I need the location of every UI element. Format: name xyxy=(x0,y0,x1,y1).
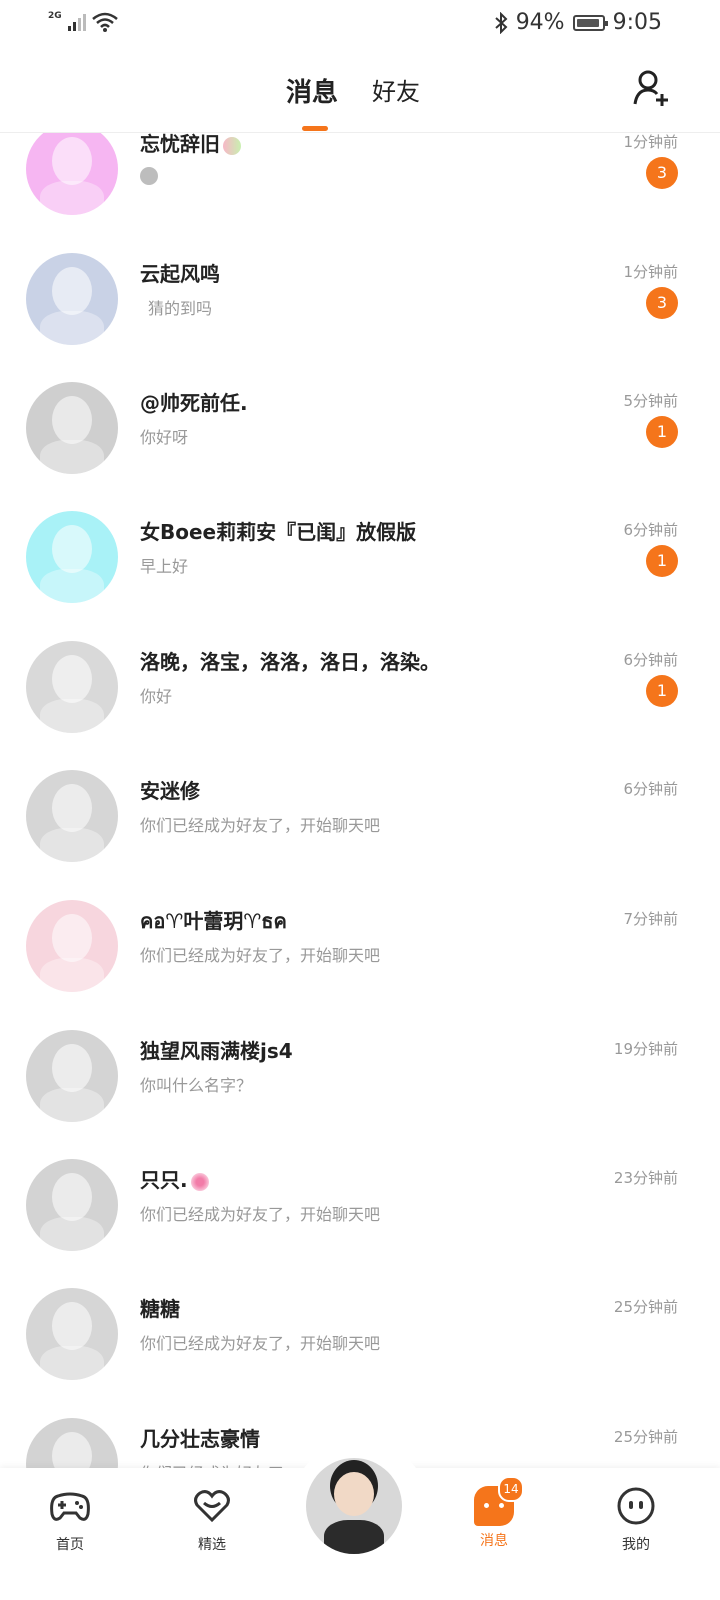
message-preview: 你们已经成为好友了，开始聊天吧 xyxy=(140,1334,381,1353)
clock: 9:05 xyxy=(612,10,662,35)
contact-name: 女Boee莉莉安『已闺』放假版 xyxy=(140,520,417,544)
conversation-row[interactable]: @帅死前任. 你好呀 5分钟前 1 xyxy=(0,382,720,512)
tab-friends[interactable]: 好友 xyxy=(372,72,420,107)
nav-home-label: 首页 xyxy=(56,1537,84,1553)
message-preview: 你叫什么名字？ xyxy=(140,1076,253,1095)
message-time: 23分钟前 xyxy=(613,1169,678,1187)
add-friend-icon[interactable] xyxy=(632,68,672,108)
avatar xyxy=(26,900,118,992)
avatar xyxy=(26,511,118,603)
avatar xyxy=(26,641,118,733)
message-time: 6分钟前 xyxy=(623,521,678,539)
contact-name: 糖糖 xyxy=(140,1297,180,1321)
nav-messages[interactable]: 14 消息 xyxy=(454,1476,534,1550)
conversation-row[interactable]: 安迷修 你们已经成为好友了，开始聊天吧 6分钟前 xyxy=(0,770,720,900)
message-preview: 猜的到吗 xyxy=(148,299,213,318)
status-left: 2G xyxy=(48,11,118,32)
contact-name: 忘忧辞旧 xyxy=(140,133,241,157)
bluetooth-icon xyxy=(495,11,508,34)
battery-icon xyxy=(572,14,608,31)
contact-name: 几分壮志豪情 xyxy=(140,1427,260,1451)
avatar xyxy=(26,770,118,862)
avatar xyxy=(26,133,118,215)
heart-icon xyxy=(194,1490,230,1523)
battery-percent: 94% xyxy=(515,10,565,35)
avatar xyxy=(26,1159,118,1251)
message-time: 25分钟前 xyxy=(613,1428,678,1446)
face-emoji-icon xyxy=(140,166,158,185)
network-type: 2G xyxy=(48,11,62,21)
message-preview: 你好 xyxy=(140,687,173,706)
nav-mine-label: 我的 xyxy=(622,1537,650,1553)
unread-badge: 1 xyxy=(646,675,678,707)
message-time: 7分钟前 xyxy=(623,910,678,928)
messages-badge: 14 xyxy=(498,1476,524,1502)
unread-badge: 3 xyxy=(646,157,678,189)
conversation-row[interactable]: 只只. 你们已经成为好友了，开始聊天吧 23分钟前 xyxy=(0,1159,720,1289)
conversation-row[interactable]: คอ♈叶蕾玥♈ธค 你们已经成为好友了，开始聊天吧 7分钟前 xyxy=(0,900,720,1030)
message-time: 1分钟前 xyxy=(623,263,678,281)
avatar xyxy=(26,253,118,345)
conversation-row[interactable]: 女Boee莉莉安『已闺』放假版 早上好 6分钟前 1 xyxy=(0,511,720,641)
message-time: 6分钟前 xyxy=(623,780,678,798)
contact-name: 只只. xyxy=(140,1164,209,1193)
top-header: 消息 好友 xyxy=(0,50,720,133)
center-avatar-button[interactable] xyxy=(306,1458,402,1554)
message-time: 19分钟前 xyxy=(613,1040,678,1058)
signal-icon xyxy=(67,13,86,31)
unread-badge: 3 xyxy=(646,287,678,319)
avatar xyxy=(26,1030,118,1122)
conversation-row[interactable]: 洛晚，洛宝，洛洛，洛日，洛染。 你好 6分钟前 1 xyxy=(0,641,720,771)
nav-featured[interactable]: 精选 xyxy=(172,1486,252,1554)
tab-messages[interactable]: 消息 xyxy=(286,72,338,109)
contact-name: @帅死前任. xyxy=(140,391,248,415)
lollipop-emoji-icon xyxy=(190,1172,209,1191)
conversation-row[interactable]: 云起风鸣 猜的到吗 1分钟前 3 xyxy=(0,253,720,383)
message-preview: 你们已经成为好友了，开始聊天吧 xyxy=(140,1205,381,1224)
profile-face-icon xyxy=(617,1487,655,1525)
status-bar: 2G 94% 9:05 xyxy=(0,0,720,50)
message-preview xyxy=(140,165,158,185)
conversation-row[interactable]: 忘忧辞旧 1分钟前 3 xyxy=(0,133,720,253)
message-preview: 你好呀 xyxy=(140,428,189,447)
status-right: 94% 9:05 xyxy=(494,10,662,35)
dango-emoji-icon xyxy=(223,136,241,155)
nav-messages-label: 消息 xyxy=(480,1533,508,1549)
conversation-list: 忘忧辞旧 1分钟前 3 云起风鸣 猜的到吗 1分钟前 3 @帅死前任. 你好呀 … xyxy=(0,133,720,1498)
avatar xyxy=(26,1288,118,1380)
nav-featured-label: 精选 xyxy=(198,1537,226,1553)
message-preview: 你们已经成为好友了，开始聊天吧 xyxy=(140,816,381,835)
message-preview: 你们已经成为好友了，开始聊天吧 xyxy=(140,946,381,965)
contact-name: 洛晚，洛宝，洛洛，洛日，洛染。 xyxy=(140,650,440,674)
message-time: 25分钟前 xyxy=(613,1298,678,1316)
unread-badge: 1 xyxy=(646,545,678,577)
message-time: 1分钟前 xyxy=(623,133,678,151)
conversation-row[interactable]: 独望风雨满楼js4 你叫什么名字？ 19分钟前 xyxy=(0,1030,720,1160)
tab-indicator xyxy=(302,126,328,131)
nav-mine[interactable]: 我的 xyxy=(596,1486,676,1554)
wifi-icon xyxy=(91,12,118,32)
message-time: 5分钟前 xyxy=(623,392,678,410)
contact-name: 安迷修 xyxy=(140,779,200,803)
contact-name: 独望风雨满楼js4 xyxy=(140,1039,293,1063)
nav-home[interactable]: 首页 xyxy=(30,1486,110,1554)
message-preview: 早上好 xyxy=(140,557,189,576)
contact-name: 云起风鸣 xyxy=(140,262,220,286)
chat-bubble-icon: 14 xyxy=(474,1476,524,1526)
message-time: 6分钟前 xyxy=(623,651,678,669)
contact-name: คอ♈叶蕾玥♈ธค xyxy=(140,909,287,933)
avatar xyxy=(26,382,118,474)
conversation-row[interactable]: 糖糖 你们已经成为好友了，开始聊天吧 25分钟前 xyxy=(0,1288,720,1418)
gamepad-icon xyxy=(50,1492,90,1521)
unread-badge: 1 xyxy=(646,416,678,448)
